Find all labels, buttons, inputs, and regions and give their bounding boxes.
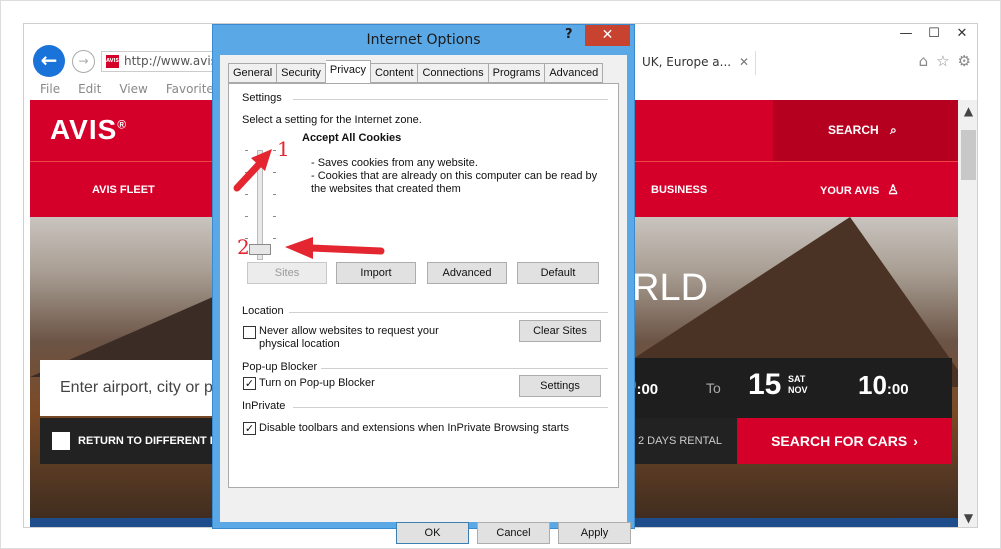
location-checkbox[interactable] <box>243 326 256 339</box>
inprivate-group-label: InPrivate <box>242 400 286 412</box>
user-icon: ♙ <box>887 182 899 197</box>
group-divider <box>293 99 608 100</box>
tab-content[interactable]: Content <box>370 63 419 83</box>
slider-tick <box>245 216 248 217</box>
slider-tick <box>273 216 276 217</box>
group-divider <box>321 368 608 369</box>
return-day[interactable]: 15 <box>748 368 781 402</box>
dialog-close-button[interactable]: ✕ <box>585 25 630 46</box>
hero-headline: RLD <box>632 267 709 309</box>
tab-advanced[interactable]: Advanced <box>545 63 604 83</box>
cancel-button[interactable]: Cancel <box>477 522 550 544</box>
tab-title: UK, Europe a... <box>642 55 732 69</box>
dialog-body: General Security Privacy Content Connect… <box>220 55 631 544</box>
maximize-button[interactable]: ☐ <box>925 26 943 41</box>
nav-avis-fleet[interactable]: AVIS FLEET <box>92 162 155 218</box>
slider-tick <box>245 150 248 151</box>
privacy-level-title: Accept All Cookies <box>302 132 402 144</box>
browser-tab[interactable]: UK, Europe a... ✕ <box>636 51 756 75</box>
inprivate-checkbox-label: Disable toolbars and extensions when InP… <box>259 422 569 434</box>
tab-connections[interactable]: Connections <box>418 63 489 83</box>
annotation-label-2: 2 <box>237 235 250 259</box>
slider-tick <box>273 172 276 173</box>
gear-icon[interactable]: ⚙ <box>958 52 971 70</box>
popup-group-label: Pop-up Blocker <box>242 361 318 373</box>
registered-mark: ® <box>117 117 128 132</box>
close-window-button[interactable]: ✕ <box>953 26 971 41</box>
slider-tick <box>245 172 248 173</box>
apply-button[interactable]: Apply <box>558 522 631 544</box>
address-text: http://www.avis. <box>124 54 216 68</box>
privacy-slider-thumb[interactable] <box>249 244 271 255</box>
address-bar[interactable]: AVIS http://www.avis. <box>101 51 216 72</box>
window-controls: — ☐ ✕ <box>897 26 971 41</box>
return-month: SAT NOV <box>788 374 808 395</box>
tab-privacy[interactable]: Privacy <box>325 60 371 83</box>
tab-close-icon[interactable]: ✕ <box>739 51 749 73</box>
location-group-label: Location <box>242 305 284 317</box>
browser-toolbar-icons: ⌂ ☆ ⚙ <box>919 52 971 70</box>
popup-settings-button[interactable]: Settings <box>519 375 601 397</box>
internet-options-dialog: Internet Options ? ✕ General Security Pr… <box>212 24 635 544</box>
import-button[interactable]: Import <box>336 262 416 284</box>
search-icon: ⌕ <box>890 123 897 137</box>
menu-edit[interactable]: Edit <box>78 82 101 100</box>
search-cars-button[interactable]: SEARCH FOR CARS › <box>737 418 952 464</box>
avis-favicon-icon: AVIS <box>106 55 119 68</box>
privacy-level-desc: - Cookies that are already on this compu… <box>311 170 598 182</box>
dialog-tabs: General Security Privacy Content Connect… <box>228 60 604 83</box>
menu-view[interactable]: View <box>119 82 147 100</box>
avis-logo[interactable]: AVIS® <box>50 114 127 146</box>
menu-bar: File Edit View Favorites <box>24 82 220 100</box>
slider-tick <box>273 238 276 239</box>
location-checkbox-label: Never allow websites to request your <box>259 325 439 337</box>
minimize-button[interactable]: — <box>897 26 915 41</box>
scroll-down-icon[interactable]: ▼ <box>958 511 977 525</box>
settings-group-label: Settings <box>242 92 282 104</box>
to-label: To <box>706 380 721 396</box>
nav-your-avis[interactable]: YOUR AVIS ♙ <box>820 162 899 218</box>
page-scrollbar[interactable]: ▲ ▼ <box>958 100 977 527</box>
back-arrow-icon[interactable]: ← <box>33 45 65 77</box>
annotation-label-1: 1 <box>277 137 290 161</box>
chevron-right-icon: › <box>913 433 918 449</box>
inprivate-checkbox[interactable]: ✓ <box>243 422 256 435</box>
slider-tick <box>273 194 276 195</box>
star-icon[interactable]: ☆ <box>936 52 949 70</box>
slider-tick <box>273 150 276 151</box>
return-time[interactable]: 10:00 <box>858 370 909 401</box>
privacy-level-desc: the websites that created them <box>311 183 461 195</box>
scroll-thumb[interactable] <box>961 130 976 180</box>
tab-general[interactable]: General <box>228 63 278 83</box>
popup-checkbox-label: Turn on Pop-up Blocker <box>259 377 375 389</box>
zone-instruction: Select a setting for the Internet zone. <box>242 114 422 126</box>
advanced-button[interactable]: Advanced <box>427 262 507 284</box>
location-checkbox-label: physical location <box>259 338 340 350</box>
slider-tick <box>245 194 248 195</box>
group-divider <box>293 407 608 408</box>
clear-sites-button[interactable]: Clear Sites <box>519 320 601 342</box>
default-button[interactable]: Default <box>517 262 599 284</box>
screenshot-frame: — ☐ ✕ ← → AVIS http://www.avis. UK, Euro… <box>0 0 1001 549</box>
sites-button[interactable]: Sites <box>247 262 327 284</box>
site-search-button[interactable]: SEARCH ⌕ <box>773 100 958 161</box>
menu-file[interactable]: File <box>40 82 60 100</box>
booking-dates: 0:00 To 15 SATNOV 10:00 <box>602 358 952 418</box>
nav-business[interactable]: BUSINESS <box>651 162 707 218</box>
tab-programs[interactable]: Programs <box>488 63 546 83</box>
group-divider <box>289 312 608 313</box>
privacy-level-desc: - Saves cookies from any website. <box>311 157 478 169</box>
return-checkbox[interactable] <box>52 432 70 450</box>
popup-checkbox[interactable]: ✓ <box>243 377 256 390</box>
forward-arrow-icon[interactable]: → <box>72 50 95 73</box>
ok-button[interactable]: OK <box>396 522 469 544</box>
help-button[interactable]: ? <box>565 27 573 42</box>
tab-security[interactable]: Security <box>277 63 326 83</box>
scroll-up-icon[interactable]: ▲ <box>958 104 977 118</box>
home-icon[interactable]: ⌂ <box>919 52 929 70</box>
